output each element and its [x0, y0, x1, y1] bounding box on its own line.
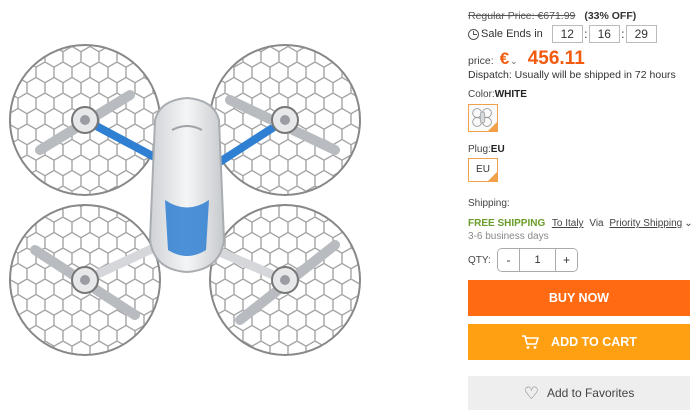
drone-image — [9, 44, 361, 356]
countdown-hours: 12 — [551, 25, 583, 43]
product-info-panel: Regular Price: €671.99 (33% OFF) Sale En… — [468, 0, 700, 414]
sale-countdown: Sale Ends in 12 : 16 : 29 — [468, 25, 657, 43]
qty-input[interactable]: 1 — [520, 249, 555, 271]
color-value: WHITE — [494, 89, 527, 100]
color-swatch-white[interactable] — [468, 104, 498, 132]
currency-selector[interactable]: € — [500, 49, 509, 69]
qty-label: QTY: — [468, 255, 491, 266]
countdown-seconds: 29 — [625, 25, 657, 43]
shipping-line: FREE SHIPPING To Italy Via Priority Ship… — [468, 218, 693, 229]
shipping-label: Shipping: — [468, 198, 510, 209]
selected-corner-icon — [488, 172, 497, 181]
selected-corner-icon — [488, 122, 497, 131]
plug-label: Plug:EU — [468, 144, 505, 155]
price-label: price: — [468, 55, 494, 67]
buy-now-button[interactable]: BUY NOW — [468, 280, 690, 316]
via-label: Via — [589, 218, 604, 229]
plug-value: EU — [490, 144, 505, 155]
plug-option-eu[interactable]: EU — [468, 158, 498, 182]
sale-label: Sale Ends in — [481, 28, 543, 40]
add-to-cart-button[interactable]: ADD TO CART — [468, 324, 690, 360]
dispatch-info: Dispatch: Usually will be shipped in 72 … — [468, 69, 676, 81]
discount-badge: (33% OFF) — [584, 10, 637, 22]
color-label: Color:WHITE — [468, 89, 527, 100]
cart-icon — [522, 335, 539, 349]
clock-icon — [468, 28, 479, 40]
ship-destination-link[interactable]: To Italy — [552, 218, 584, 229]
qty-increase-button[interactable]: + — [555, 249, 577, 271]
quantity-stepper: - 1 + — [497, 248, 578, 272]
product-image[interactable] — [0, 0, 460, 414]
chevron-down-icon[interactable]: ⌄ — [684, 218, 692, 229]
heart-icon: ♡ — [523, 383, 539, 403]
qty-decrease-button[interactable]: - — [498, 249, 520, 271]
regular-price-line: Regular Price: €671.99 (33% OFF) — [468, 10, 636, 22]
countdown-minutes: 16 — [588, 25, 620, 43]
chevron-down-icon[interactable]: ⌄ — [510, 56, 518, 67]
free-shipping-badge: FREE SHIPPING — [468, 218, 546, 229]
add-to-favorites-button[interactable]: ♡ Add to Favorites — [468, 376, 690, 410]
current-price: 456.11 — [527, 48, 585, 69]
regular-price: Regular Price: €671.99 — [468, 10, 576, 22]
shipping-method-selector[interactable]: Priority Shipping — [609, 218, 682, 229]
price-line: price: € ⌄ 456.11 — [468, 48, 585, 70]
delivery-days: 3-6 business days — [468, 231, 549, 242]
